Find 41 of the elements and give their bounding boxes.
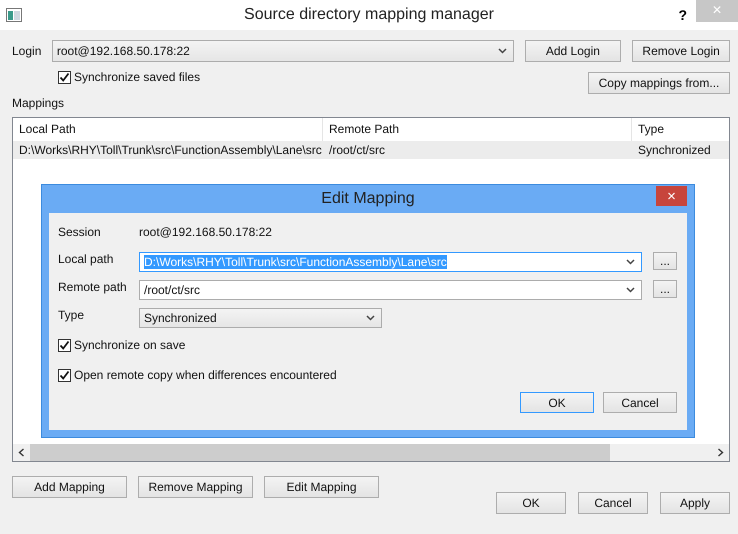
caret-icon <box>626 259 636 265</box>
caret-icon <box>498 48 507 54</box>
browse-button[interactable]: ... <box>653 252 677 270</box>
mapping-button[interactable]: Remove Mapping <box>138 476 253 498</box>
caret-icon <box>366 315 375 321</box>
browse-button[interactable]: ... <box>653 280 677 298</box>
checkbox-label: Synchronize saved files <box>74 70 200 84</box>
checkbox-label: Open remote copy when differences encountered <box>74 368 337 382</box>
login-label: Login <box>12 44 42 58</box>
close-button[interactable]: × <box>656 186 687 206</box>
dialog-button[interactable]: OK <box>496 492 566 514</box>
dialog-title: Edit Mapping <box>321 190 415 208</box>
copy-mappings-button[interactable]: Copy mappings from... <box>588 72 730 94</box>
checkbox[interactable] <box>58 368 71 382</box>
login-button[interactable]: Add Login <box>524 40 622 62</box>
mappings-label: Mappings <box>12 96 66 110</box>
field-label: Remote path <box>58 280 128 294</box>
field-label: Local path <box>58 252 114 266</box>
column-header[interactable]: Type <box>632 118 729 141</box>
dialog-button[interactable]: OK <box>520 392 594 413</box>
path-field[interactable]: /root/ct/src <box>139 280 642 300</box>
dialog-button[interactable]: Cancel <box>603 392 677 413</box>
mapping-button[interactable]: Edit Mapping <box>264 476 379 498</box>
field-label: Type <box>58 308 86 322</box>
login-button[interactable]: Remove Login <box>632 40 730 62</box>
type-dropdown[interactable]: Synchronized <box>139 308 382 328</box>
dialog-button[interactable]: Cancel <box>578 492 648 514</box>
help-button[interactable]: ? <box>669 0 696 30</box>
session-value: root@192.168.50.178:22 <box>139 225 272 239</box>
window-title: Source directory mapping manager <box>244 6 494 24</box>
login-dropdown[interactable]: root@192.168.50.178:22 <box>52 40 514 62</box>
dialog-button[interactable]: Apply <box>660 492 730 514</box>
table-row[interactable]: D:\Works\RHY\Toll\Trunk\src\FunctionAssembly\Lane\src /root/ct/src Synchronized <box>13 141 729 159</box>
window-icon <box>6 8 22 22</box>
checkbox-label: Synchronize on save <box>74 338 186 352</box>
checkbox[interactable] <box>58 70 71 84</box>
horizontal-scrollbar[interactable] <box>13 444 729 461</box>
mapping-button[interactable]: Add Mapping <box>12 476 127 498</box>
field-label: Session <box>58 225 102 239</box>
caret-icon <box>626 287 636 293</box>
checkbox[interactable] <box>58 338 71 352</box>
